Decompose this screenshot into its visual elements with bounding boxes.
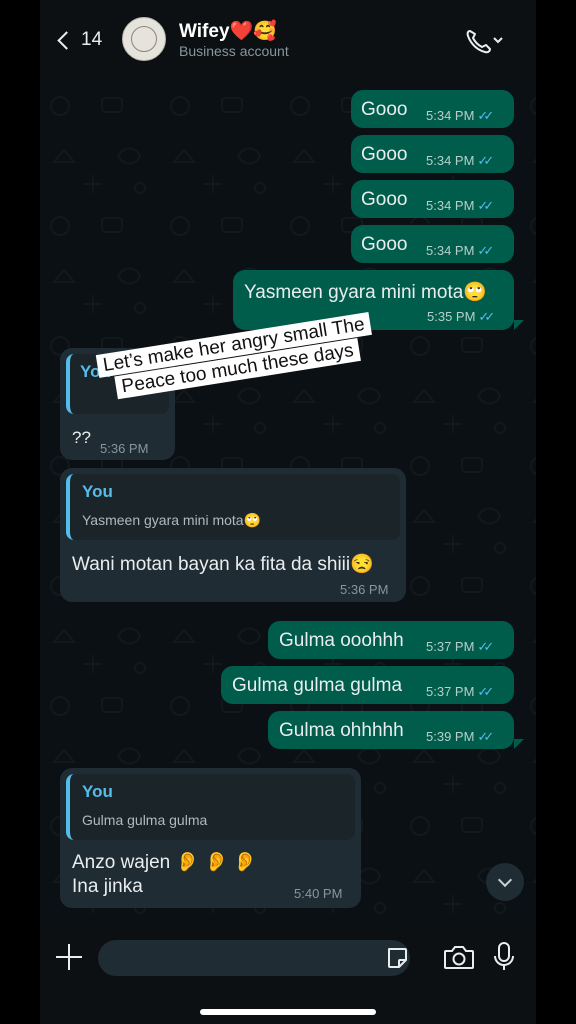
call-button[interactable]: [464, 26, 504, 56]
chevron-down-icon: [497, 872, 513, 888]
chat-area[interactable]: Gooo 5:34 PM ✓✓ Gooo 5:34 PM ✓✓ Gooo 5:34 …: [40, 84, 536, 939]
back-chevron-icon: [57, 30, 76, 50]
double-check-icon: ✓✓: [477, 729, 494, 744]
message-text-line2: Ina jinka: [72, 876, 143, 897]
outgoing-message[interactable]: Gooo 5:34 PM ✓✓: [351, 225, 514, 263]
outgoing-message[interactable]: Gooo 5:34 PM ✓✓: [351, 180, 514, 218]
scroll-to-bottom-button[interactable]: [486, 863, 524, 901]
message-meta: 5:34 PM ✓✓: [426, 108, 494, 124]
double-check-icon: ✓✓: [477, 153, 494, 168]
message-text: Wani motan bayan ka fita da shiii😒: [72, 554, 374, 575]
double-check-icon: ✓✓: [477, 243, 494, 258]
message-meta: 5:37 PM ✓✓: [426, 639, 494, 655]
bubble-tail: [514, 739, 524, 749]
sticker-icon[interactable]: [385, 946, 409, 970]
home-indicator[interactable]: [200, 1009, 376, 1015]
message-text: Gooo: [361, 144, 408, 165]
microphone-icon[interactable]: [492, 941, 516, 973]
chat-header: 14 Wifey❤️🥰 Business account: [40, 0, 536, 84]
message-meta: 5:34 PM ✓✓: [426, 153, 494, 169]
message-text: Gooo: [361, 234, 408, 255]
double-check-icon: ✓✓: [478, 309, 495, 324]
bubble-tail: [514, 320, 524, 330]
outgoing-message[interactable]: Gulma ohhhhh 5:39 PM ✓✓: [268, 711, 514, 749]
contact-subtitle: Business account: [179, 43, 289, 59]
message-text: Gulma gulma gulma: [232, 675, 403, 696]
message-time: 5:37 PM: [426, 639, 475, 654]
message-meta: 5:35 PM ✓✓: [427, 309, 495, 325]
message-meta: 5:34 PM ✓✓: [426, 243, 494, 259]
plus-icon[interactable]: [56, 944, 82, 970]
outgoing-message[interactable]: Gooo 5:34 PM ✓✓: [351, 90, 514, 128]
message-time: 5:36 PM: [340, 582, 389, 597]
double-check-icon: ✓✓: [477, 684, 494, 699]
message-text: Gooo: [361, 189, 408, 210]
message-text: Gulma ohhhhh: [279, 720, 404, 741]
contact-name[interactable]: Wifey❤️🥰: [179, 19, 277, 43]
outgoing-message[interactable]: Gulma gulma gulma 5:37 PM ✓✓: [221, 666, 514, 704]
double-check-icon: ✓✓: [477, 639, 494, 654]
back-button[interactable]: 14: [54, 24, 102, 56]
message-meta: 5:34 PM ✓✓: [426, 198, 494, 214]
message-time: 5:40 PM: [294, 886, 343, 901]
message-time: 5:34 PM: [426, 243, 475, 258]
camera-icon[interactable]: [442, 944, 476, 972]
message-text: Yasmeen gyara mini mota🙄: [244, 282, 487, 303]
incoming-message[interactable]: You Yasmeen gyara mini mota🙄 Wani motan …: [60, 468, 406, 602]
phone-screen: 14 Wifey❤️🥰 Business account Gooo 5:34 P…: [40, 0, 536, 1024]
incoming-message[interactable]: You Gulma gulma gulma Anzo wajen 👂 👂 👂 I…: [60, 768, 361, 908]
outgoing-message[interactable]: Gulma ooohhh 5:37 PM ✓✓: [268, 621, 514, 659]
message-time: 5:35 PM: [427, 309, 476, 324]
avatar-logo: [131, 26, 157, 52]
quoted-reply[interactable]: You Yasmeen gyara mini mota🙄: [66, 474, 400, 540]
phone-call-icon: [466, 30, 503, 54]
message-meta: 5:37 PM ✓✓: [426, 684, 494, 700]
message-time: 5:34 PM: [426, 198, 475, 213]
message-text-line1: Anzo wajen 👂 👂 👂: [72, 852, 258, 873]
outgoing-message[interactable]: Gooo 5:34 PM ✓✓: [351, 135, 514, 173]
message-text: Gulma ooohhh: [279, 630, 404, 651]
quote-text: Yasmeen gyara mini mota🙄: [82, 512, 262, 528]
input-bar: [40, 924, 536, 1024]
message-time: 5:34 PM: [426, 153, 475, 168]
double-check-icon: ✓✓: [477, 198, 494, 213]
message-meta: 5:39 PM ✓✓: [426, 729, 494, 745]
avatar[interactable]: [122, 17, 166, 61]
message-time: 5:34 PM: [426, 108, 475, 123]
quote-author: You: [82, 782, 113, 801]
quote-text: Gulma gulma gulma: [82, 812, 208, 828]
message-time: 5:39 PM: [426, 729, 475, 744]
message-time: 5:37 PM: [426, 684, 475, 699]
message-time: 5:36 PM: [100, 441, 149, 456]
message-text: Gooo: [361, 99, 408, 120]
double-check-icon: ✓✓: [477, 108, 494, 123]
quoted-reply[interactable]: You Gulma gulma gulma: [66, 774, 355, 840]
quote-author: You: [82, 482, 113, 501]
message-input[interactable]: [98, 940, 410, 976]
unread-count: 14: [81, 29, 103, 50]
message-text: ??: [72, 428, 91, 447]
